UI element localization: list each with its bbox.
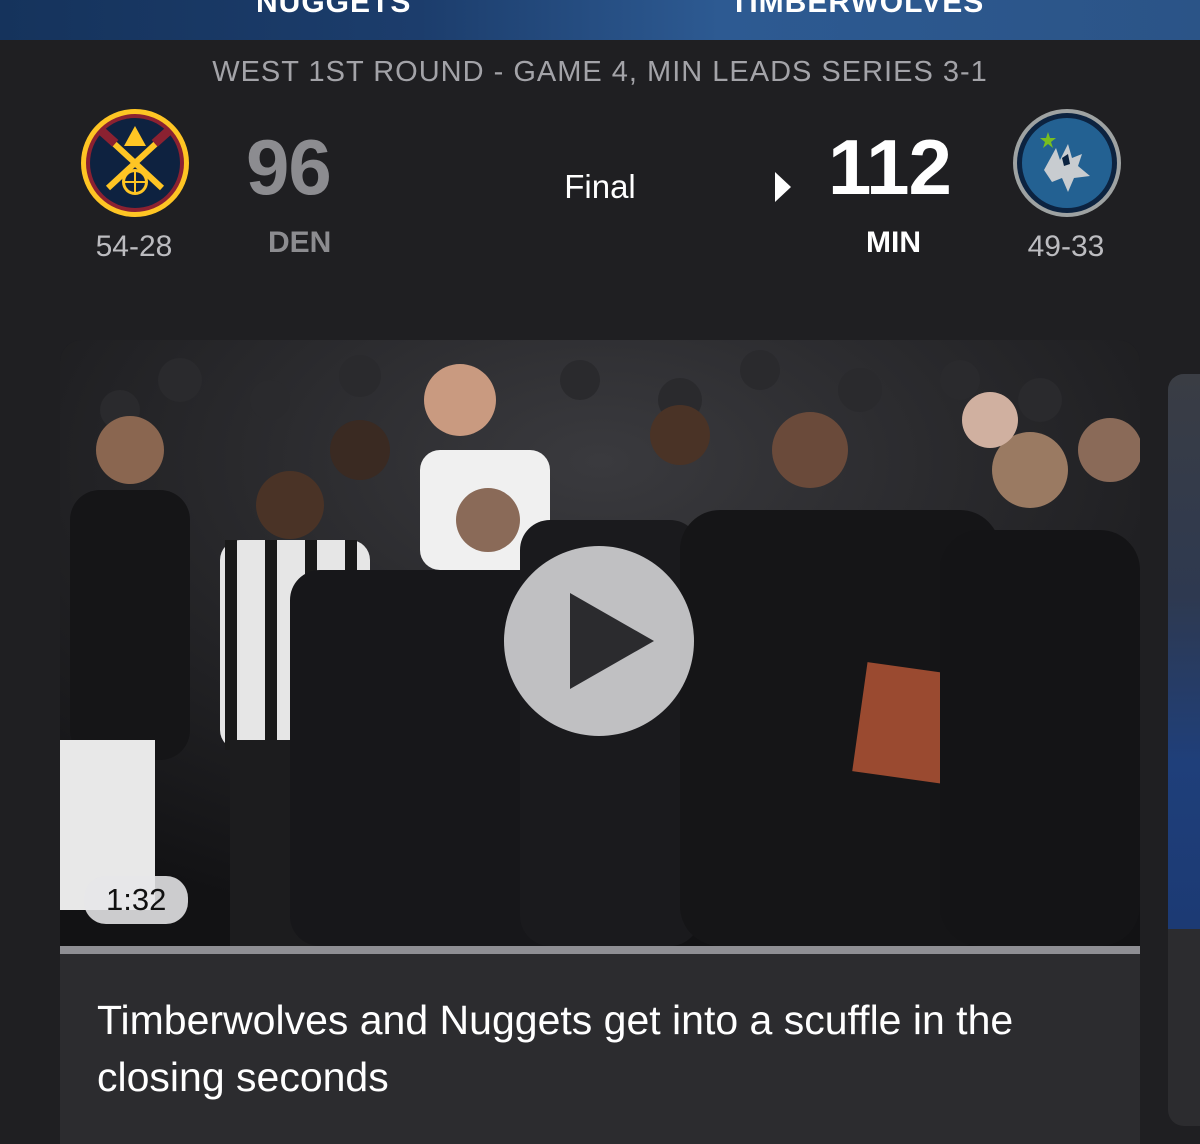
winner-arrow-icon <box>775 172 791 202</box>
banner-away-team-name[interactable]: NUGGETS <box>256 0 411 20</box>
away-abbr: DEN <box>268 226 332 259</box>
home-abbr: MIN <box>866 226 921 259</box>
video-headline[interactable]: Timberwolves and Nuggets get into a scuf… <box>97 992 1097 1106</box>
play-button[interactable] <box>504 546 694 736</box>
series-status: WEST 1ST ROUND - GAME 4, MIN LEADS SERIE… <box>212 56 988 88</box>
home-score: 112 <box>828 123 952 211</box>
away-record: 54-28 <box>95 230 173 263</box>
timberwolves-logo-icon[interactable] <box>1012 108 1122 218</box>
video-card[interactable]: 1:32 Timberwolves and Nuggets get into a… <box>60 340 1140 1144</box>
video-progress-bar <box>60 946 1140 954</box>
next-video-thumbnail[interactable] <box>1168 374 1200 929</box>
team-banner: NUGGETS TIMBERWOLVES <box>0 0 1200 40</box>
home-record: 49-33 <box>1027 230 1105 263</box>
game-status: Final <box>564 168 636 205</box>
video-duration: 1:32 <box>84 876 189 924</box>
banner-home-team-name[interactable]: TIMBERWOLVES <box>730 0 984 20</box>
next-video-card[interactable] <box>1168 374 1200 1126</box>
away-score: 96 <box>246 123 332 211</box>
video-thumbnail[interactable]: 1:32 <box>60 340 1140 946</box>
nuggets-logo-icon[interactable] <box>80 108 190 218</box>
game-page: NUGGETS TIMBERWOLVES WEST 1ST ROUND - GA… <box>0 0 1200 1144</box>
play-icon <box>570 593 654 689</box>
